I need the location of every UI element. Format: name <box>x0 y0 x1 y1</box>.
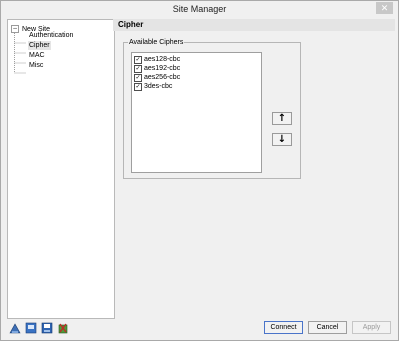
title-bar: Site Manager ✕ <box>1 1 398 19</box>
cipher-item-aes256-cbc[interactable]: ✓ aes256-cbc <box>134 73 180 82</box>
new-folder-icon[interactable] <box>25 322 37 334</box>
delete-icon[interactable] <box>57 322 69 334</box>
tree-item-mac[interactable]: MAC <box>28 51 46 60</box>
collapse-icon[interactable]: − <box>11 25 19 33</box>
checkbox-checked-icon[interactable]: ✓ <box>134 82 142 91</box>
cipher-label: 3des-cbc <box>144 83 173 90</box>
checkbox-checked-icon[interactable]: ✓ <box>134 55 142 64</box>
cipher-label: aes192-cbc <box>144 65 181 72</box>
tree-item-cipher[interactable]: Cipher <box>28 41 51 50</box>
checkbox-checked-icon[interactable]: ✓ <box>134 73 142 82</box>
close-button[interactable]: ✕ <box>376 2 393 14</box>
cipher-item-3des-cbc[interactable]: ✓ 3des-cbc <box>134 82 172 91</box>
cipher-label: aes128-cbc <box>144 56 181 63</box>
cipher-list[interactable]: ✓ aes128-cbc ✓ aes192-cbc ✓ aes256-cbc ✓… <box>131 52 262 173</box>
section-title: Cipher <box>113 19 395 31</box>
site-tree: − New Site Authentication Cipher MAC Mis… <box>7 19 115 319</box>
group-label: Available Ciphers <box>128 38 185 47</box>
window-title: Site Manager <box>172 4 227 14</box>
tree-connector-lines <box>14 33 26 74</box>
available-ciphers-group: Available Ciphers ✓ aes128-cbc ✓ aes192-… <box>123 38 301 179</box>
move-up-button[interactable]: ↑ <box>272 112 292 125</box>
tree-item-misc[interactable]: Misc <box>28 61 44 70</box>
site-toolbar <box>9 322 69 334</box>
checkbox-checked-icon[interactable]: ✓ <box>134 64 142 73</box>
tree-item-authentication[interactable]: Authentication <box>28 31 74 40</box>
cancel-button[interactable]: Cancel <box>308 321 347 334</box>
new-site-icon[interactable] <box>9 322 21 334</box>
connect-button[interactable]: Connect <box>264 321 303 334</box>
cipher-item-aes128-cbc[interactable]: ✓ aes128-cbc <box>134 55 180 64</box>
settings-panel: Cipher Available Ciphers ✓ aes128-cbc ✓ … <box>113 19 395 317</box>
save-icon[interactable] <box>41 322 53 334</box>
apply-button: Apply <box>352 321 391 334</box>
cipher-label: aes256-cbc <box>144 74 181 81</box>
move-down-button[interactable]: ↓ <box>272 133 292 146</box>
cipher-item-aes192-cbc[interactable]: ✓ aes192-cbc <box>134 64 180 73</box>
site-manager-window: Site Manager ✕ − New Site Authentication… <box>0 0 399 341</box>
